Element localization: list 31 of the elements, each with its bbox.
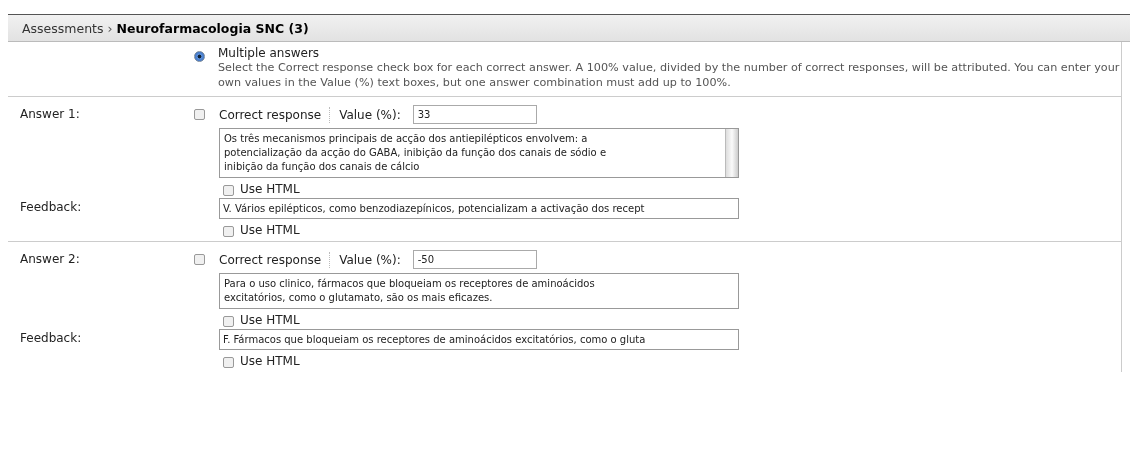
answer-label: Answer 1: — [19, 106, 81, 123]
use-html-label: Use HTML — [240, 182, 300, 196]
feedback-label: Feedback: — [19, 330, 83, 347]
answer-label: Answer 2: — [19, 251, 81, 268]
correct-response-label: Correct response — [219, 107, 322, 122]
use-html-checkbox[interactable] — [223, 184, 234, 196]
answer-textarea[interactable]: Os três mecanismos principais de acção dos antiepilépticos envolvem: a potencialização da acção do GABA, inibição da função dos canais de sódio e inibição da função dos canais de cálcio — [219, 128, 739, 178]
option-label: Multiple answers — [218, 46, 321, 60]
radio-button[interactable] — [194, 51, 205, 62]
answer-textarea[interactable]: Para o uso clinico, fármacos que bloqueiam os receptores de aminoácidos excitatórios, como o glutamato, são os mais eficazes. — [219, 273, 739, 309]
value-label: Value (%): — [339, 107, 401, 122]
use-html-checkbox[interactable] — [223, 356, 234, 368]
use-html-label: Use HTML — [240, 354, 300, 368]
value-field[interactable]: 33 — [412, 105, 537, 124]
use-html-label: Use HTML — [240, 313, 300, 327]
use-html-checkbox[interactable] — [223, 315, 234, 327]
feedback-label: Feedback: — [19, 199, 83, 216]
breadcrumb-link[interactable]: Assessments — [22, 20, 104, 36]
correct-checkbox[interactable] — [194, 109, 205, 120]
value-label: Value (%): — [339, 252, 401, 267]
scrollbar[interactable] — [725, 129, 738, 177]
feedback-field[interactable]: V. Vários epilépticos, como benzodiazepínicos, potencializam a activação dos recept — [219, 198, 739, 219]
value-field[interactable]: -50 — [412, 250, 537, 269]
breadcrumb-separator: › — [107, 20, 113, 36]
use-html-checkbox[interactable] — [223, 225, 234, 237]
correct-response-label: Correct response — [219, 252, 322, 267]
correct-checkbox[interactable] — [194, 254, 205, 265]
use-html-label: Use HTML — [240, 223, 300, 237]
option-description: Select the Correct response check box for each correct answer. A 100% value, divided by the number of correct responses, will be attributed. You can enter your own values in the Value (%) text boxes, but one answer combination must add up to 100%. — [218, 60, 1121, 90]
breadcrumb-current: Neurofarmacologia SNC (3) — [116, 20, 309, 36]
feedback-field[interactable]: F. Fármacos que bloqueiam os receptores de aminoácidos excitatórios, como o gluta — [219, 329, 739, 350]
